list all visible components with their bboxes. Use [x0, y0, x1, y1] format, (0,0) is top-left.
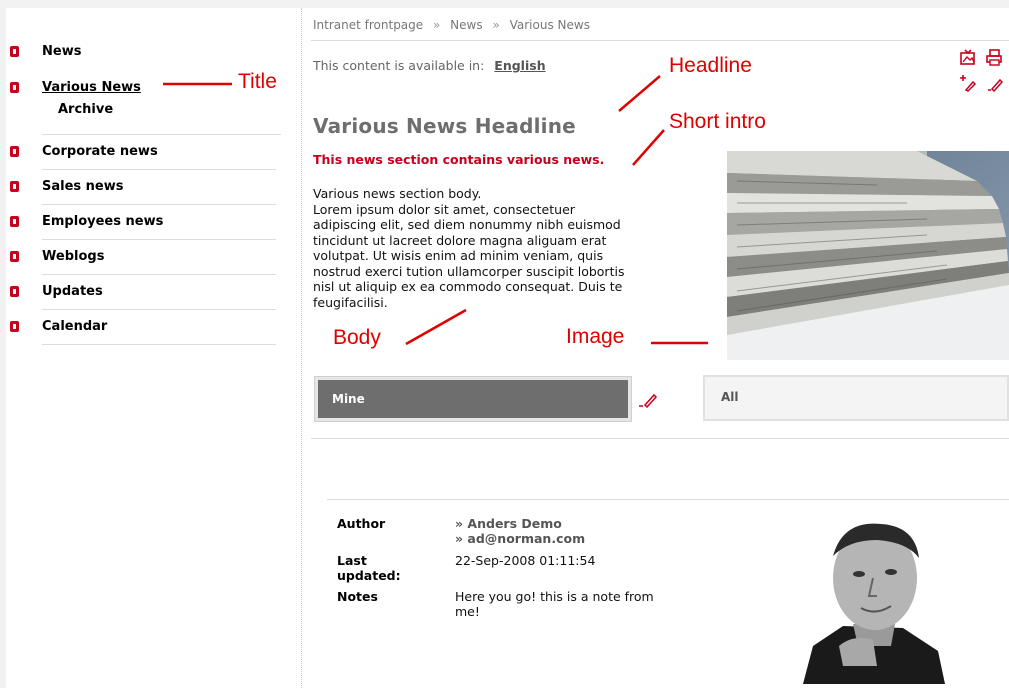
add-edit-icon[interactable] — [959, 74, 977, 92]
breadcrumb-separator: » — [492, 18, 500, 32]
updated-label: Last — [337, 553, 367, 568]
image-export-icon[interactable] — [959, 48, 977, 66]
bullet-icon — [10, 251, 19, 262]
bullet-icon — [10, 181, 19, 192]
article-intro: This news section contains various news. — [313, 152, 605, 167]
edit-pencil-icon[interactable] — [985, 74, 1003, 92]
body-line: nisl ut aliquip ex ea commodo consequat.… — [313, 279, 623, 294]
body-line: adipiscing elit, sed diem nonummy nibh e… — [313, 217, 621, 232]
sidebar-item-weblogs[interactable]: Weblogs — [6, 241, 296, 275]
annotation-image: Image — [566, 325, 625, 348]
notes-value: Here you go! this is a note from — [455, 589, 654, 604]
annotation-title: Title — [238, 70, 277, 93]
bullet-icon — [10, 216, 19, 227]
author-email-link[interactable]: » ad@norman.com — [455, 531, 585, 546]
page: News Various News Archive Corporate news… — [6, 8, 1009, 688]
article-image — [727, 151, 1009, 360]
divider — [42, 134, 281, 135]
updated-label: updated: — [337, 568, 401, 583]
body-line: nostrud exerci tution ullamcorper suscip… — [313, 263, 625, 279]
notes-value: me! — [455, 604, 480, 619]
sidebar-item-employees-news[interactable]: Employees news — [6, 206, 296, 240]
main-content: Intranet frontpage » News » Various News… — [303, 8, 1009, 688]
sidebar-item-label: Weblogs — [42, 249, 105, 264]
author-photo — [803, 516, 945, 684]
bullet-icon — [10, 146, 19, 157]
notes-label: Notes — [337, 589, 378, 604]
sidebar-item-label: News — [42, 44, 82, 59]
breadcrumb-item[interactable]: News — [450, 18, 482, 32]
bullet-icon — [10, 82, 19, 93]
tab-label: All — [721, 390, 739, 404]
language-availability: This content is available in: English — [313, 58, 546, 73]
body-line: Lorem ipsum dolor sit amet, consectetuer — [313, 201, 575, 217]
body-line: tincidunt ut lacreet dolore magna aligua… — [313, 232, 607, 248]
sidebar-item-news[interactable]: News — [6, 36, 296, 70]
breadcrumb-item[interactable]: Various News — [510, 18, 590, 32]
language-text: This content is available in: — [313, 58, 485, 73]
sidebar-item-corporate-news[interactable]: Corporate news — [6, 136, 296, 170]
divider — [327, 499, 1009, 500]
updated-value: 22-Sep-2008 01:11:54 — [455, 553, 596, 568]
article-tools — [953, 46, 1005, 96]
sidebar-item-sales-news[interactable]: Sales news — [6, 171, 296, 205]
print-icon[interactable] — [985, 48, 1003, 66]
body-line: feugifacilisi. — [313, 294, 388, 310]
sidebar-item-updates[interactable]: Updates — [6, 276, 296, 310]
bullet-icon — [10, 46, 19, 57]
breadcrumb: Intranet frontpage » News » Various News — [313, 18, 590, 32]
annotation-headline: Headline — [669, 54, 752, 77]
edit-pencil-icon[interactable] — [637, 390, 659, 408]
author-name-link[interactable]: » Anders Demo — [455, 516, 562, 531]
tab-mine[interactable]: Mine — [314, 376, 632, 422]
sidebar-item-label: Corporate news — [42, 144, 158, 159]
article-headline: Various News Headline — [313, 114, 576, 138]
divider — [311, 438, 1009, 439]
bullet-icon — [10, 321, 19, 332]
sidebar-item-label: Sales news — [42, 179, 124, 194]
sidebar-subitem-archive[interactable]: Archive — [58, 102, 113, 117]
author-label: Author — [337, 516, 386, 531]
breadcrumb-separator: » — [433, 18, 441, 32]
breadcrumb-item[interactable]: Intranet frontpage — [313, 18, 423, 32]
sidebar-item-label: Various News — [42, 80, 141, 95]
sidebar-item-label: Updates — [42, 284, 103, 299]
article-body: Various news section body. Lorem ipsum d… — [313, 186, 713, 310]
language-link[interactable]: English — [494, 58, 545, 73]
divider — [311, 40, 1009, 41]
sidebar: News Various News Archive Corporate news… — [6, 8, 302, 688]
sidebar-item-label: Calendar — [42, 319, 108, 334]
body-line: volutpat. Ut wisis enim ad minim veniam,… — [313, 248, 604, 263]
tab-all[interactable]: All — [703, 375, 1009, 421]
annotation-body: Body — [333, 326, 381, 349]
sidebar-item-label: Employees news — [42, 214, 164, 229]
sidebar-item-calendar[interactable]: Calendar — [6, 311, 296, 345]
tab-label: Mine — [332, 392, 365, 406]
bullet-icon — [10, 286, 19, 297]
annotation-short-intro: Short intro — [669, 110, 766, 133]
body-line: Various news section body. — [313, 186, 482, 201]
